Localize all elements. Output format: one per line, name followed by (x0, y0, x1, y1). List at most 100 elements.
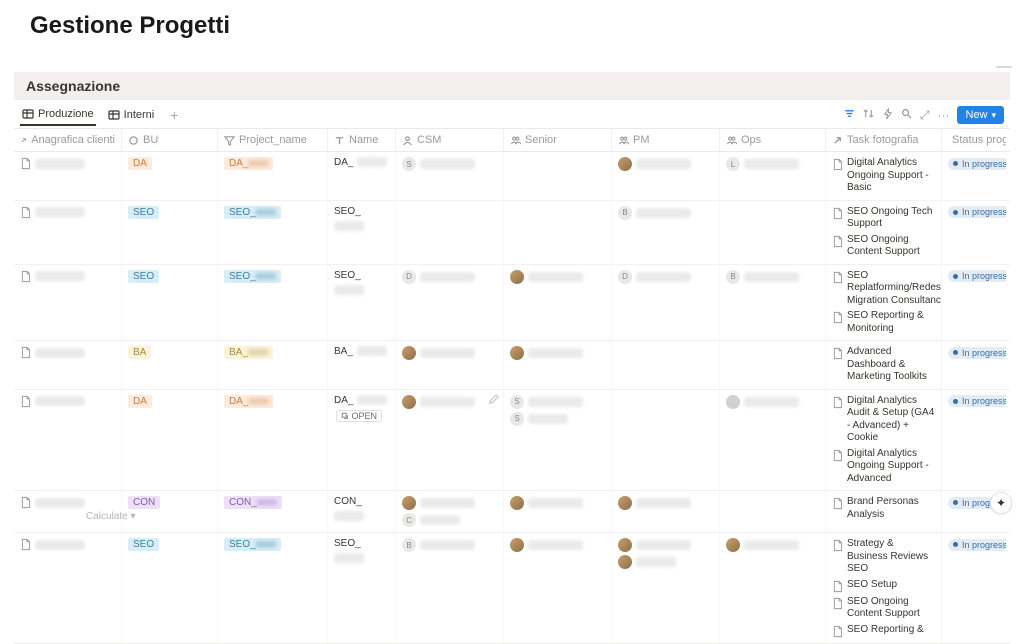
document-icon (832, 347, 843, 360)
col-task[interactable]: Task fotografia (826, 129, 942, 151)
filter-icon[interactable] (844, 108, 855, 122)
col-label: Name (349, 134, 378, 146)
bolt-icon[interactable] (882, 108, 893, 122)
status-badge: In progress (948, 539, 1006, 551)
col-bu[interactable]: BU (122, 129, 218, 151)
anagrafica-cell (20, 157, 115, 170)
col-status[interactable]: Status progetti (942, 129, 1006, 151)
document-icon (832, 597, 843, 610)
ops-person (726, 538, 819, 552)
avatar: S (510, 412, 524, 426)
document-icon (832, 311, 843, 324)
table-icon (22, 108, 34, 120)
more-icon[interactable]: ··· (937, 108, 949, 122)
document-icon (832, 497, 843, 510)
table-row[interactable]: SEOSEO_xxxxSEO_B Strategy & Business Rev… (14, 533, 1010, 644)
task-label: Digital Analytics Audit & Setup (GA4 - A… (847, 395, 935, 445)
page-more-icon[interactable]: — (996, 58, 1012, 76)
task-item[interactable]: Digital Analytics Audit & Setup (GA4 - A… (832, 395, 935, 445)
senior-person: S (510, 395, 605, 409)
task-item[interactable]: SEO Replatforming/Redesign Migration Con… (832, 270, 935, 308)
task-item[interactable]: SEO Ongoing Content Support (832, 596, 935, 621)
col-csm[interactable]: CSM (396, 129, 504, 151)
task-item[interactable]: SEO Reporting & Monitoring (832, 310, 935, 335)
status-badge: In progress (948, 270, 1006, 282)
document-icon (20, 496, 31, 509)
task-label: SEO Reporting & (847, 624, 924, 637)
col-project-name[interactable]: Project_name (218, 129, 328, 151)
project-tag: DA_xxxx (224, 395, 273, 408)
task-item[interactable]: Brand Personas Analysis (832, 496, 935, 521)
table-row[interactable]: SEOSEO_xxxxSEO_B SEO Ongoing Tech Suppor… (14, 201, 1010, 265)
bu-tag: DA (128, 157, 152, 170)
bu-tag: CON (128, 496, 160, 509)
pm-person (618, 538, 713, 552)
add-tab-button[interactable]: + (166, 107, 182, 123)
tab-label: Produzione (38, 108, 94, 120)
data-table: Anagrafica clienti BU Project_name Name … (14, 129, 1010, 644)
name-cell: DA_ (334, 157, 389, 168)
task-label: SEO Ongoing Content Support (847, 234, 935, 259)
new-fab-button[interactable]: ✦ (990, 492, 1012, 514)
col-pm[interactable]: PM (612, 129, 720, 151)
people-icon (510, 135, 521, 146)
tab-interni[interactable]: Interni (106, 105, 157, 125)
task-label: Advanced Dashboard & Marketing Toolkits (847, 346, 935, 384)
table-icon (108, 109, 120, 121)
col-label: Anagrafica clienti (31, 134, 115, 146)
senior-person (510, 538, 605, 552)
status-badge: In progress (948, 347, 1006, 359)
new-button[interactable]: New ▾ (957, 106, 1004, 124)
section-title: Assegnazione (14, 72, 1010, 100)
task-item[interactable]: SEO Ongoing Tech Support (832, 206, 935, 231)
task-item[interactable]: SEO Reporting & (832, 624, 935, 638)
calculate-label[interactable]: Calculate ▾ (86, 511, 136, 522)
arrow-ne-icon (20, 135, 27, 146)
col-name[interactable]: Name (328, 129, 396, 151)
ops-person: L (726, 157, 819, 171)
task-item[interactable]: Digital Analytics Ongoing Support - Adva… (832, 448, 935, 486)
table-row[interactable]: DADA_xxxxDA_SL Digital Analytics Ongoing… (14, 152, 1010, 201)
search-icon[interactable] (901, 108, 912, 122)
expand-icon[interactable]: ⤢ (920, 108, 930, 123)
project-tag: SEO_xxxx (224, 270, 281, 283)
project-tag: CON_xxxx (224, 496, 282, 509)
avatar (402, 496, 416, 510)
task-item[interactable]: Digital Analytics Ongoing Support - Basi… (832, 157, 935, 195)
bu-tag: SEO (128, 270, 159, 283)
avatar (510, 270, 524, 284)
status-badge: In progress (948, 395, 1006, 407)
col-senior[interactable]: Senior (504, 129, 612, 151)
status-badge: In progress (948, 206, 1006, 218)
project-tag: SEO_xxxx (224, 538, 281, 551)
task-item[interactable]: SEO Setup (832, 579, 935, 593)
open-button[interactable]: OPEN (336, 410, 382, 422)
task-item[interactable]: Advanced Dashboard & Marketing Toolkits (832, 346, 935, 384)
csm-person: D (402, 270, 497, 284)
senior-person (510, 346, 605, 360)
anagrafica-cell (20, 346, 115, 359)
tab-produzione[interactable]: Produzione (20, 104, 96, 126)
funnel-icon (224, 135, 235, 146)
col-label: Senior (525, 134, 557, 146)
anagrafica-cell (20, 496, 115, 509)
name-cell: SEO_ (334, 538, 389, 563)
edit-icon[interactable] (488, 394, 499, 408)
sort-icon[interactable] (863, 108, 874, 122)
table-row[interactable]: DADA_xxxxDA_ OPENSS Digital Analytics Au… (14, 390, 1010, 492)
avatar: B (726, 270, 740, 284)
table-row[interactable]: SEOSEO_xxxxSEO_DDB SEO Replatforming/Red… (14, 265, 1010, 342)
col-anagrafica[interactable]: Anagrafica clienti (14, 129, 122, 151)
anagrafica-cell (20, 395, 115, 408)
anagrafica-cell (20, 538, 115, 551)
task-label: SEO Replatforming/Redesign Migration Con… (847, 270, 942, 308)
col-ops[interactable]: Ops (720, 129, 826, 151)
table-row[interactable]: BABA_xxxxBA_ Advanced Dashboard & Market… (14, 341, 1010, 390)
task-item[interactable]: Strategy & Business Reviews SEO (832, 538, 935, 576)
table-header: Anagrafica clienti BU Project_name Name … (14, 129, 1010, 152)
table-row[interactable]: CONCON_xxxxCON_C Brand Personas Analysis… (14, 491, 1010, 533)
col-label: CSM (417, 134, 441, 146)
document-icon (20, 538, 31, 551)
col-label: Project_name (239, 134, 307, 146)
task-item[interactable]: SEO Ongoing Content Support (832, 234, 935, 259)
